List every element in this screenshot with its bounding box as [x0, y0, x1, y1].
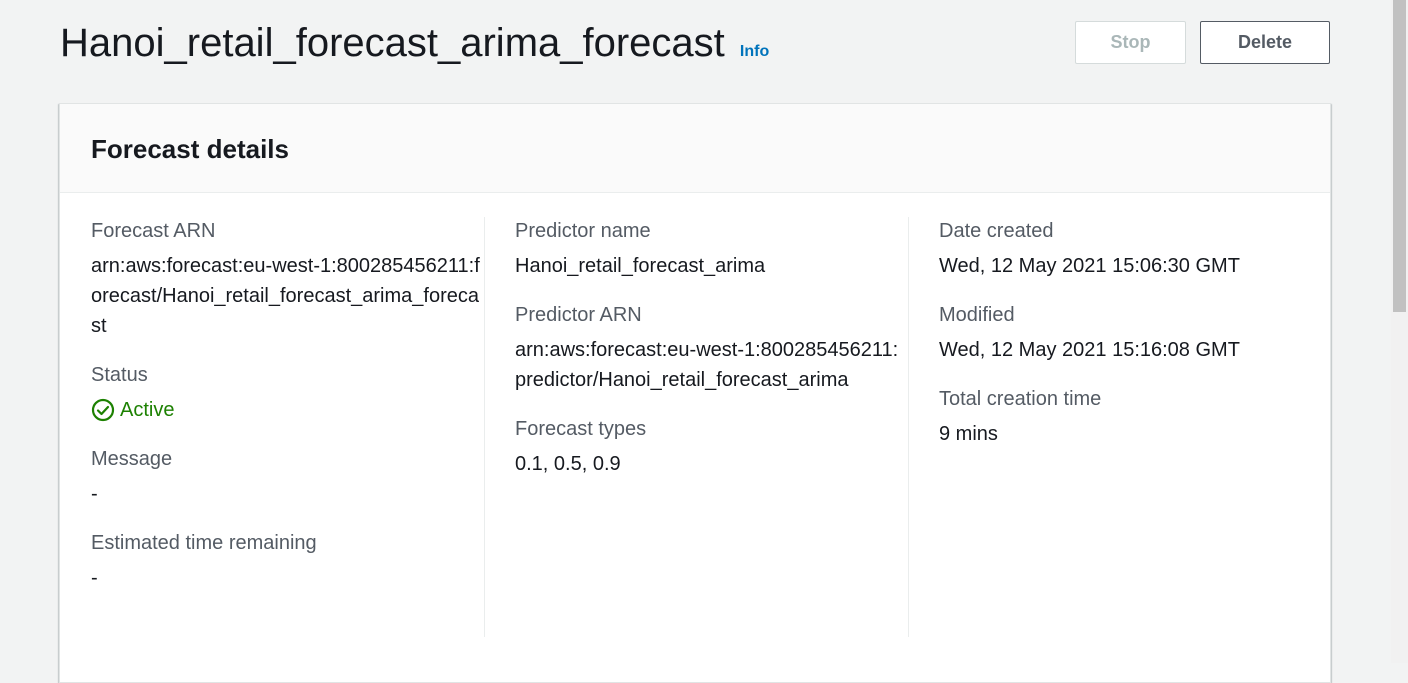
panel-header: Forecast details [60, 104, 1330, 193]
page-scrollbar[interactable] [1391, 0, 1408, 663]
predictor-name-field: Predictor name Hanoi_retail_forecast_ari… [515, 217, 908, 281]
message-label: Message [91, 448, 173, 470]
total-time-value: 9 mins [939, 423, 998, 445]
details-column-2: Predictor name Hanoi_retail_forecast_ari… [484, 217, 908, 637]
forecast-types-field: Forecast types 0.1, 0.5, 0.9 [515, 415, 908, 479]
status-text: Active [120, 399, 175, 421]
total-time-label: Total creation time [939, 388, 1102, 410]
page-title: Hanoi_retail_forecast_arima_forecast Inf… [60, 20, 769, 75]
date-created-field: Date created Wed, 12 May 2021 15:06:30 G… [939, 217, 1301, 281]
check-circle-icon [91, 398, 115, 422]
predictor-name-value: Hanoi_retail_forecast_arima [515, 255, 766, 277]
date-created-label: Date created [939, 220, 1054, 242]
forecast-types-value: 0.1, 0.5, 0.9 [515, 453, 621, 475]
predictor-name-label: Predictor name [515, 220, 651, 242]
scrollbar-thumb[interactable] [1393, 0, 1406, 312]
forecast-arn-value: arn:aws:forecast:eu-west-1:800285456211:… [91, 255, 480, 337]
predictor-arn-label: Predictor ARN [515, 304, 642, 326]
status-label: Status [91, 364, 148, 386]
info-link[interactable]: Info [740, 43, 769, 60]
status-value: Active [91, 395, 483, 425]
message-value: - [91, 483, 98, 505]
modified-value: Wed, 12 May 2021 15:16:08 GMT [939, 339, 1240, 361]
total-time-field: Total creation time 9 mins [939, 385, 1301, 449]
forecast-arn-label: Forecast ARN [91, 220, 216, 242]
modified-label: Modified [939, 304, 1015, 326]
details-column-3: Date created Wed, 12 May 2021 15:06:30 G… [908, 217, 1301, 637]
date-created-value: Wed, 12 May 2021 15:06:30 GMT [939, 255, 1240, 277]
message-field: Message - [91, 445, 483, 509]
page-title-text: Hanoi_retail_forecast_arima_forecast [60, 21, 725, 65]
modified-field: Modified Wed, 12 May 2021 15:16:08 GMT [939, 301, 1301, 365]
forecast-types-label: Forecast types [515, 418, 647, 440]
delete-button[interactable]: Delete [1200, 21, 1330, 64]
predictor-arn-field: Predictor ARN arn:aws:forecast:eu-west-1… [515, 301, 908, 395]
eta-field: Estimated time remaining - [91, 529, 483, 593]
predictor-arn-value: arn:aws:forecast:eu-west-1:800285456211:… [515, 339, 899, 391]
forecast-arn-field: Forecast ARN arn:aws:forecast:eu-west-1:… [91, 217, 483, 341]
eta-value: - [91, 567, 98, 589]
details-column-1: Forecast ARN arn:aws:forecast:eu-west-1:… [91, 217, 483, 637]
panel-title: Forecast details [91, 134, 289, 164]
stop-button[interactable]: Stop [1075, 21, 1186, 64]
eta-label: Estimated time remaining [91, 532, 317, 554]
page-header: Hanoi_retail_forecast_arima_forecast Inf… [60, 20, 1330, 70]
forecast-details-panel: Forecast details Forecast ARN arn:aws:fo… [59, 103, 1331, 683]
details-columns: Forecast ARN arn:aws:forecast:eu-west-1:… [60, 217, 1330, 637]
status-field: Status Active [91, 361, 483, 425]
